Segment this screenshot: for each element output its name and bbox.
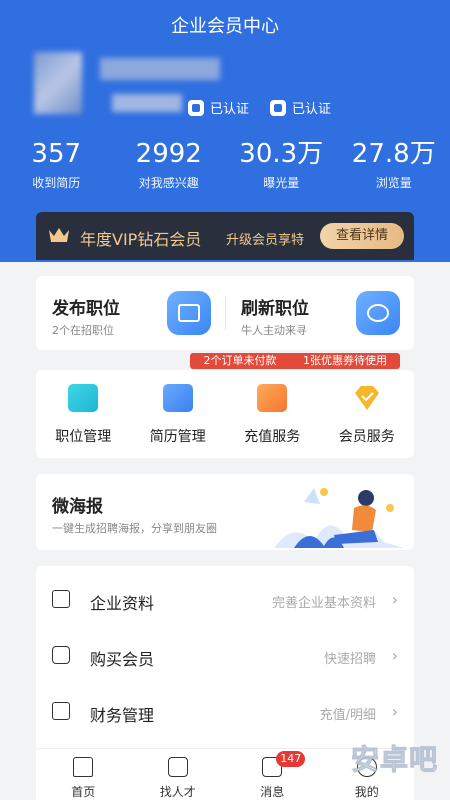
shield-icon (270, 99, 286, 116)
vip-title: 年度VIP钻石会员 (80, 230, 202, 249)
post-job-sub: 2个在招职位 (52, 324, 114, 337)
certified-badge-2: 已认证 (270, 98, 331, 117)
resume-icon (162, 384, 193, 412)
stat-interested[interactable]: 2992 对我感兴趣 (113, 138, 226, 191)
avatar[interactable] (34, 52, 82, 114)
talent-icon (167, 757, 188, 777)
service-label: 充值服务 (244, 429, 301, 445)
tab-label: 消息 (260, 785, 285, 799)
service-label: 会员服务 (338, 429, 395, 445)
chevron-right-icon: › (391, 590, 398, 609)
stat-value: 357 (31, 139, 82, 169)
tab-label: 找人才 (159, 785, 196, 799)
tab-label: 首页 (71, 785, 96, 799)
cert-label: 已认证 (210, 102, 250, 117)
refresh-icon (356, 291, 400, 335)
stat-value: 2992 (135, 139, 202, 169)
refresh-job-title: 刷新职位 (241, 299, 309, 319)
stat-label: 曝光量 (263, 176, 300, 190)
tab-home[interactable]: 首页 (36, 749, 131, 800)
unread-badge: 147 (276, 751, 306, 767)
stat-views[interactable]: 27.8万 浏览量 (338, 138, 450, 191)
coupon-tag[interactable]: 1张优惠券待使用 (290, 353, 400, 369)
card-icon (52, 646, 70, 664)
menu-hint: 快速招聘 (323, 652, 376, 667)
service-resume-management[interactable]: 简历管理 (131, 370, 226, 458)
stat-resumes[interactable]: 357 收到简历 (0, 138, 113, 191)
chevron-right-icon: › (391, 646, 398, 665)
menu-hint: 充值/明细 (319, 708, 376, 723)
folder-icon (68, 384, 99, 412)
document-icon (52, 590, 70, 608)
home-icon (73, 757, 94, 777)
company-name-blurred (100, 58, 220, 80)
stat-label: 收到简历 (32, 176, 81, 190)
chevron-right-icon: › (391, 702, 398, 721)
poster-title: 微海报 (52, 497, 103, 517)
menu-company-profile[interactable]: 企业资料 完善企业基本资料 › (36, 570, 414, 626)
settings-list: 企业资料 完善企业基本资料 › 购买会员 快速招聘 › 财务管理 充值/明细 › (36, 566, 414, 750)
diamond-icon (354, 386, 379, 410)
stat-exposure[interactable]: 30.3万 曝光量 (225, 138, 338, 191)
watermark-logo: 安卓吧 (350, 743, 438, 777)
menu-label: 财务管理 (90, 706, 155, 725)
tab-messages[interactable]: 147 消息 (225, 749, 320, 800)
services-grid: 职位管理 简历管理 充值服务 会员服务 (36, 370, 414, 458)
service-label: 简历管理 (149, 429, 206, 445)
id-card-icon (188, 99, 204, 116)
vip-banner[interactable]: 年度VIP钻石会员 升级会员享特 查看详情 (36, 212, 414, 260)
job-actions-card: 发布职位 2个在招职位 刷新职位 牛人主动来寻 (36, 276, 414, 350)
service-membership[interactable]: 会员服务 (320, 370, 415, 458)
menu-buy-membership[interactable]: 购买会员 快速招聘 › (36, 626, 414, 682)
stat-label: 浏览量 (375, 176, 412, 190)
refresh-job-sub: 牛人主动来寻 (241, 324, 307, 337)
service-label: 职位管理 (55, 429, 112, 445)
tab-find-talent[interactable]: 找人才 (131, 749, 226, 800)
menu-label: 购买会员 (90, 650, 155, 669)
stat-value: 27.8万 (351, 139, 436, 169)
poster-subtitle: 一键生成招聘海报，分享到朋友圈 (52, 522, 217, 535)
menu-label: 企业资料 (90, 594, 155, 613)
service-job-management[interactable]: 职位管理 (36, 370, 131, 458)
briefcase-icon (167, 291, 211, 335)
tab-label: 我的 (354, 785, 379, 799)
unpaid-orders-tag[interactable]: 2个订单未付款 (190, 353, 290, 369)
poster-illustration (274, 488, 404, 548)
crown-icon (49, 228, 69, 242)
certified-badge-1: 已认证 (188, 98, 249, 117)
refresh-job-button[interactable]: 刷新职位 牛人主动来寻 (225, 276, 414, 350)
post-job-button[interactable]: 发布职位 2个在招职位 (36, 276, 225, 350)
page-title: 企业会员中心 (171, 16, 279, 37)
user-name-blurred (112, 94, 182, 112)
menu-finance[interactable]: 财务管理 充值/明细 › (36, 682, 414, 738)
stats-row: 357 收到简历 2992 对我感兴趣 30.3万 曝光量 27.8万 浏览量 (0, 138, 450, 191)
vip-subtitle: 升级会员享特 (226, 233, 305, 248)
cert-label: 已认证 (292, 102, 332, 117)
menu-hint: 完善企业基本资料 (271, 596, 376, 611)
post-job-title: 发布职位 (52, 299, 120, 319)
stat-label: 对我感兴趣 (138, 176, 199, 190)
stat-value: 30.3万 (239, 139, 324, 169)
service-recharge[interactable]: 充值服务 (225, 370, 320, 458)
finance-icon (52, 702, 70, 720)
mini-poster-card[interactable]: 微海报 一键生成招聘海报，分享到朋友圈 (36, 474, 414, 550)
wallet-icon (257, 384, 288, 412)
view-details-button[interactable]: 查看详情 (320, 223, 404, 249)
